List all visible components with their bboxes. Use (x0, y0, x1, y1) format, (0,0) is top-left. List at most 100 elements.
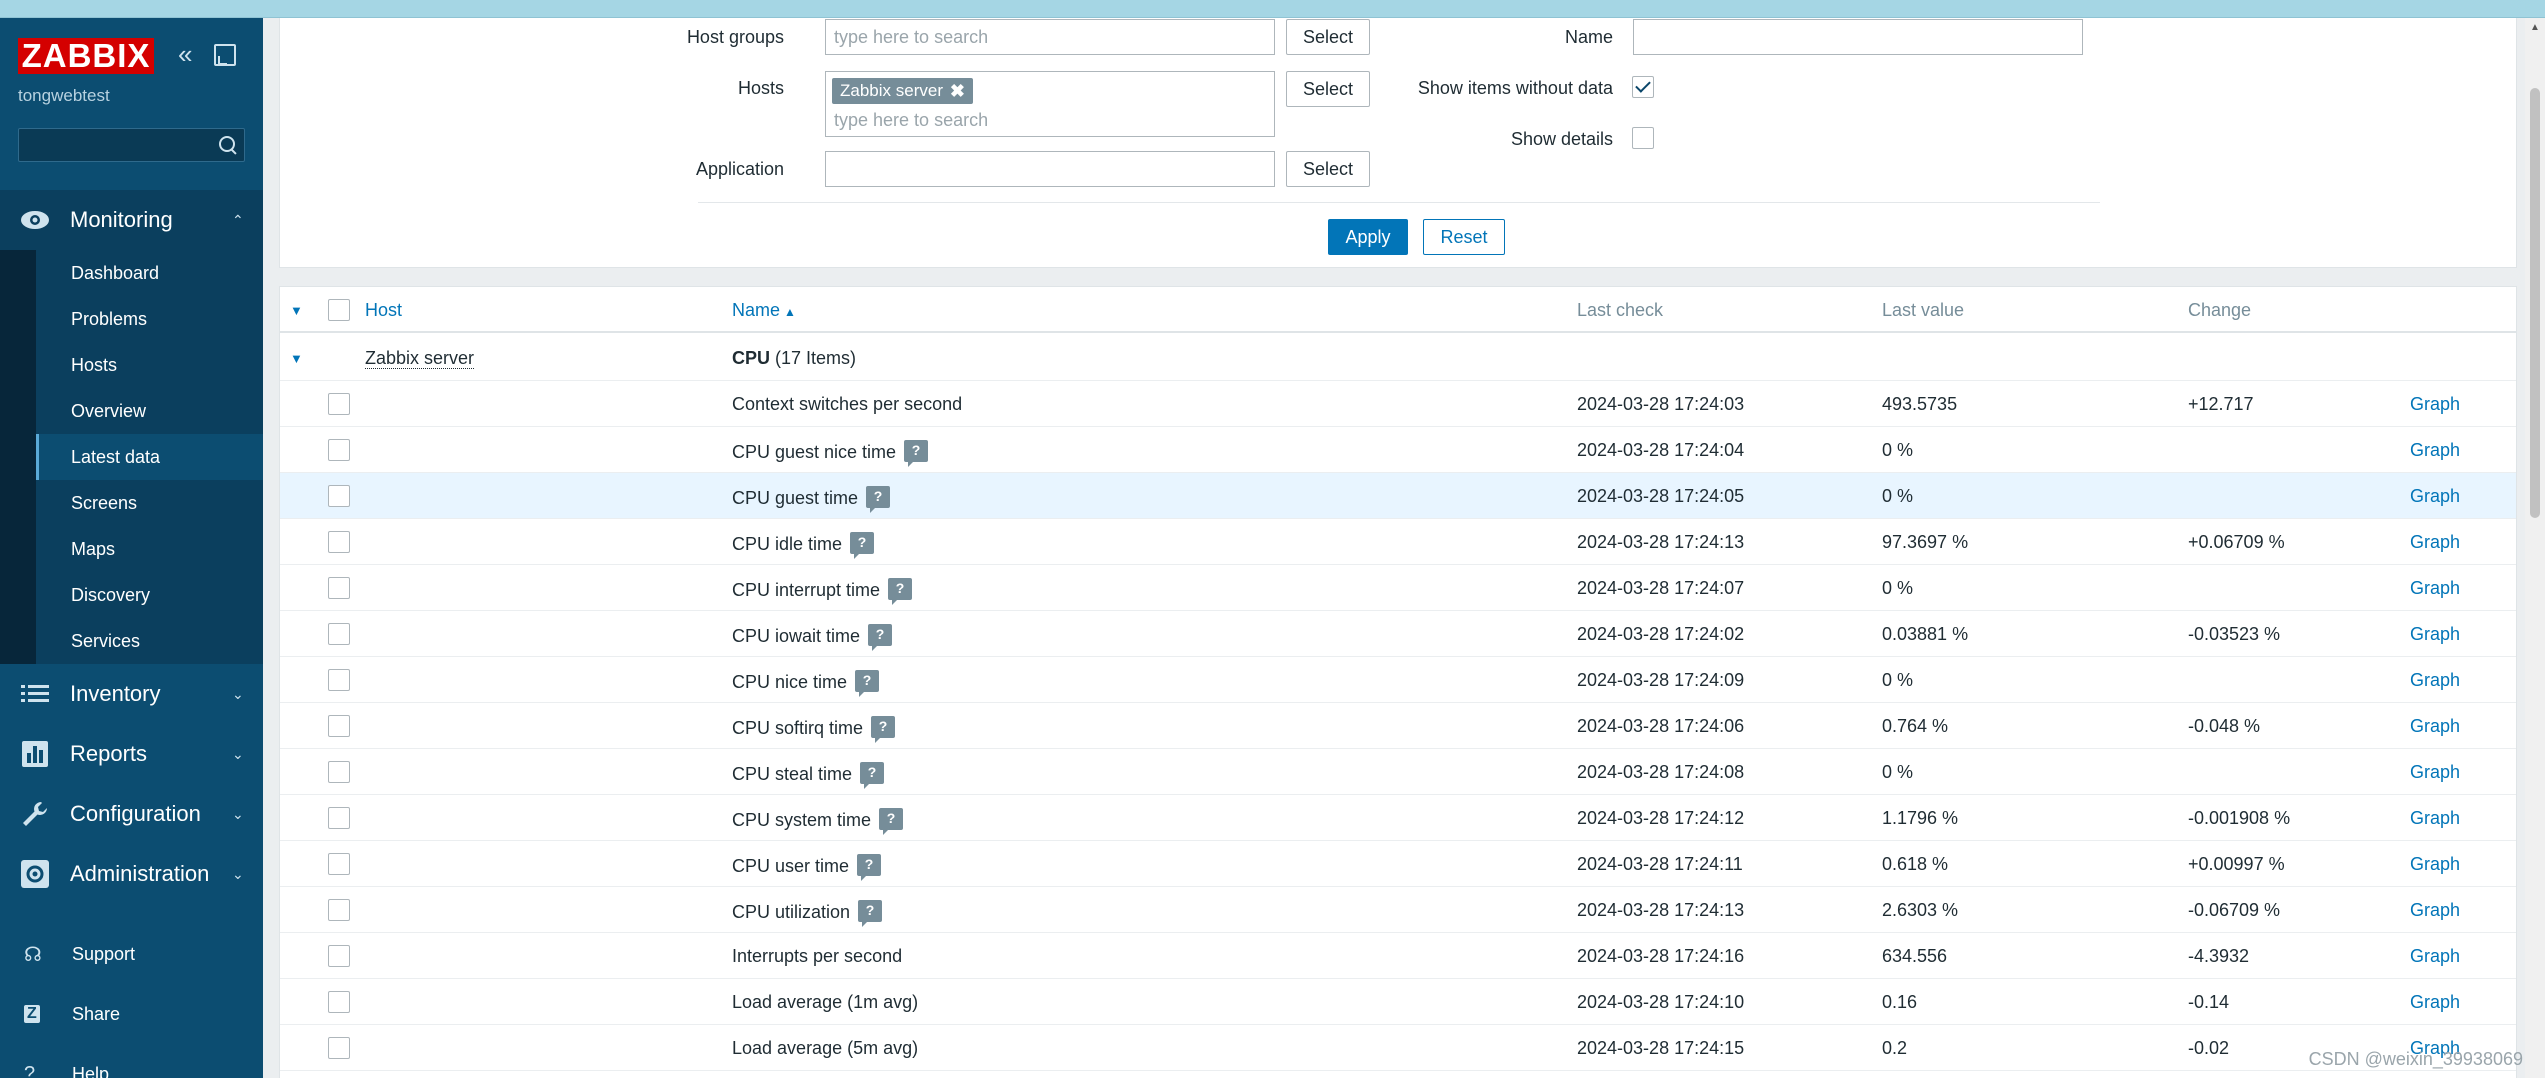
graph-link[interactable]: Graph (2410, 440, 2460, 461)
name-input[interactable] (1633, 19, 2083, 55)
footer-support[interactable]: ☊ Support (0, 924, 263, 984)
submenu-problems[interactable]: Problems (36, 296, 263, 342)
row-checkbox[interactable] (328, 1037, 350, 1059)
collapse-sidebar-icon[interactable]: « (178, 41, 202, 67)
row-checkbox[interactable] (328, 991, 350, 1013)
graph-link[interactable]: Graph (2410, 762, 2460, 783)
menu-configuration[interactable]: Configuration ⌄ (0, 784, 263, 844)
footer-support-label: Support (72, 943, 136, 964)
row-checkbox[interactable] (328, 715, 350, 737)
row-checkbox[interactable] (328, 807, 350, 829)
row-checkbox[interactable] (328, 853, 350, 875)
submenu-discovery[interactable]: Discovery (36, 572, 263, 618)
submenu-maps[interactable]: Maps (36, 526, 263, 572)
row-checkbox[interactable] (328, 899, 350, 921)
search-icon[interactable] (218, 135, 238, 155)
host-groups-select-button[interactable]: Select (1286, 19, 1370, 55)
menu-reports[interactable]: Reports ⌄ (0, 724, 263, 784)
submenu-services[interactable]: Services (36, 618, 263, 664)
graph-link[interactable]: Graph (2410, 992, 2460, 1013)
item-name-label: CPU steal time (732, 764, 853, 784)
remove-chip-icon[interactable]: ✖ (950, 78, 965, 104)
submenu-latest-data[interactable]: Latest data (36, 434, 263, 480)
submenu-overview[interactable]: Overview (36, 388, 263, 434)
host-groups-input[interactable]: type here to search (825, 19, 1275, 55)
graph-link[interactable]: Graph (2410, 900, 2460, 921)
menu-monitoring[interactable]: Monitoring ⌃ (0, 190, 263, 250)
description-hint-icon[interactable] (860, 762, 885, 789)
graph-link[interactable]: Graph (2410, 578, 2460, 599)
row-checkbox[interactable] (328, 577, 350, 599)
description-hint-icon[interactable] (879, 808, 904, 835)
row-checkbox[interactable] (328, 531, 350, 553)
menu-administration[interactable]: Administration ⌄ (0, 844, 263, 904)
show-details-checkbox[interactable] (1632, 127, 1654, 149)
main-menu: Monitoring ⌃ Dashboard Problems Hosts Ov… (0, 190, 263, 1078)
graph-link[interactable]: Graph (2410, 670, 2460, 691)
graph-link[interactable]: Graph (2410, 394, 2460, 415)
graph-link[interactable]: Graph (2410, 854, 2460, 875)
description-hint-icon[interactable] (871, 716, 896, 743)
submenu-hosts[interactable]: Hosts (36, 342, 263, 388)
scrollbar-thumb[interactable] (2530, 88, 2540, 518)
graph-link[interactable]: Graph (2410, 808, 2460, 829)
submenu-dashboard[interactable]: Dashboard (36, 250, 263, 296)
row-checkbox[interactable] (328, 485, 350, 507)
row-checkbox[interactable] (328, 623, 350, 645)
last-check-value: 2024-03-28 17:24:13 (1577, 900, 1745, 920)
page-scrollbar[interactable]: ▲ (2525, 18, 2545, 1078)
application-select-button[interactable]: Select (1286, 151, 1370, 187)
submenu-screens[interactable]: Screens (36, 480, 263, 526)
graph-link[interactable]: Graph (2410, 716, 2460, 737)
collapse-all-icon[interactable]: ▼ (290, 303, 303, 318)
description-hint-icon[interactable] (858, 900, 883, 927)
apply-button[interactable]: Apply (1328, 219, 1408, 255)
kiosk-mode-icon[interactable] (214, 44, 236, 66)
hosts-multiselect[interactable]: Zabbix server ✖ type here to search (825, 71, 1275, 137)
description-hint-icon[interactable] (904, 440, 929, 467)
item-name-label: CPU system time (732, 810, 872, 830)
show-items-without-data-checkbox[interactable] (1632, 76, 1654, 98)
table-row: Load average (5m avg) 2024-03-28 17:24:15… (280, 1025, 2516, 1071)
row-checkbox[interactable] (328, 761, 350, 783)
footer-share[interactable]: Z Share (0, 984, 263, 1044)
group-host-link[interactable]: Zabbix server (365, 348, 475, 369)
change-value: -0.06709 % (2188, 900, 2281, 920)
description-hint-icon[interactable] (850, 532, 875, 559)
monitoring-submenu: Dashboard Problems Hosts Overview Latest… (0, 250, 263, 664)
footer-help[interactable]: ? Help (0, 1044, 263, 1078)
last-value: 493.5735 (1882, 394, 1958, 414)
description-hint-icon[interactable] (855, 670, 880, 697)
menu-inventory[interactable]: Inventory ⌄ (0, 664, 263, 724)
item-name: CPU utilization (732, 900, 883, 927)
row-checkbox[interactable] (328, 669, 350, 691)
application-input[interactable] (825, 151, 1275, 187)
graph-link[interactable]: Graph (2410, 532, 2460, 553)
table-row: Interrupts per second 2024-03-28 17:24:16… (280, 933, 2516, 979)
application-label: Application (695, 159, 784, 179)
table-row: CPU iowait time 2024-03-28 17:24:02 0.0388… (280, 611, 2516, 657)
graph-link[interactable]: Graph (2410, 486, 2460, 507)
row-checkbox[interactable] (328, 439, 350, 461)
reset-button[interactable]: Reset (1423, 219, 1505, 255)
zabbix-logo[interactable]: ZABBIX (18, 38, 154, 74)
sidebar-search-input[interactable] (18, 128, 245, 162)
description-hint-icon[interactable] (888, 578, 913, 605)
footer-help-label: Help (72, 1063, 110, 1078)
hosts-search-placeholder[interactable]: type here to search (834, 110, 988, 131)
select-all-checkbox[interactable] (328, 299, 350, 321)
menu-monitoring-label: Monitoring (70, 207, 173, 232)
show-details-label: Show details (1510, 129, 1613, 149)
graph-link[interactable]: Graph (2410, 624, 2460, 645)
column-host[interactable]: Host (365, 300, 402, 321)
row-checkbox[interactable] (328, 393, 350, 415)
row-checkbox[interactable] (328, 945, 350, 967)
graph-link[interactable]: Graph (2410, 946, 2460, 967)
column-name[interactable]: Name ▲ (732, 300, 796, 321)
description-hint-icon[interactable] (866, 486, 891, 513)
collapse-group-icon[interactable]: ▼ (290, 351, 303, 366)
hosts-select-button[interactable]: Select (1286, 71, 1370, 107)
description-hint-icon[interactable] (868, 624, 893, 651)
scroll-up-icon[interactable]: ▲ (2530, 22, 2540, 33)
description-hint-icon[interactable] (857, 854, 882, 881)
